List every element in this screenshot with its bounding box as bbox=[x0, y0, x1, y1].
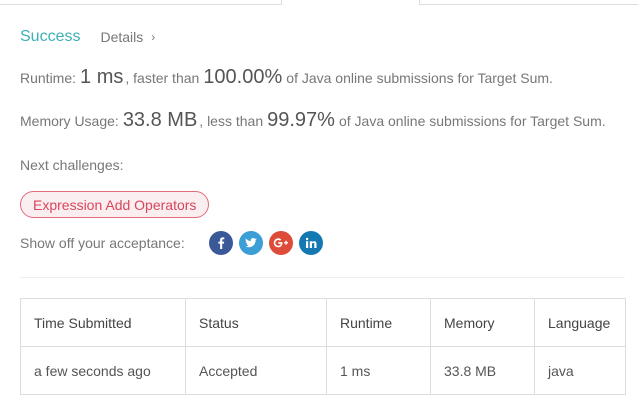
runtime-label: Runtime: bbox=[20, 70, 77, 86]
cell-runtime: 1 ms bbox=[326, 346, 431, 395]
header-status[interactable]: Status bbox=[185, 298, 327, 347]
next-challenges-label: Next challenges: bbox=[20, 157, 124, 173]
tab-divider-left bbox=[0, 4, 281, 5]
runtime-percent: 100.00% bbox=[203, 66, 283, 88]
memory-label: Memory Usage: bbox=[20, 113, 119, 129]
runtime-value: 1 ms bbox=[80, 66, 124, 88]
status-row: Success Details › bbox=[20, 27, 155, 47]
share-row: Show off your acceptance: bbox=[20, 231, 329, 255]
google-plus-icon[interactable] bbox=[268, 231, 293, 255]
header-memory[interactable]: Memory bbox=[430, 298, 535, 347]
cell-memory: 33.8 MB bbox=[430, 346, 535, 395]
submissions-table: Time Submitted Status Runtime Memory Lan… bbox=[20, 298, 626, 395]
runtime-suffix: of Java online submissions for Target Su… bbox=[286, 70, 553, 86]
memory-stat: Memory Usage: 33.8 MB , less than 99.97%… bbox=[20, 109, 606, 132]
memory-percent: 99.97% bbox=[267, 109, 335, 131]
details-link[interactable]: Details › bbox=[100, 29, 155, 45]
header-time-submitted[interactable]: Time Submitted bbox=[20, 298, 186, 347]
status-result: Success bbox=[20, 28, 81, 45]
memory-value: 33.8 MB bbox=[122, 109, 198, 131]
chevron-right-icon: › bbox=[151, 30, 156, 44]
cell-language: java bbox=[534, 346, 626, 395]
cell-time-submitted: a few seconds ago bbox=[20, 346, 186, 395]
header-runtime[interactable]: Runtime bbox=[326, 298, 431, 347]
facebook-icon[interactable] bbox=[208, 231, 233, 255]
runtime-compare: , faster than bbox=[125, 70, 200, 86]
tab-active[interactable] bbox=[281, 0, 420, 5]
tab-divider-right bbox=[419, 4, 638, 5]
details-label: Details bbox=[100, 29, 144, 45]
twitter-icon[interactable] bbox=[238, 231, 263, 255]
share-label: Show off your acceptance: bbox=[20, 235, 185, 251]
table-row: a few seconds ago Accepted 1 ms 33.8 MB … bbox=[20, 346, 626, 395]
header-language[interactable]: Language bbox=[534, 298, 626, 347]
memory-suffix: of Java online submissions for Target Su… bbox=[338, 113, 606, 129]
section-divider bbox=[20, 277, 625, 278]
tab-bar bbox=[0, 0, 638, 5]
memory-compare: , less than bbox=[199, 113, 264, 129]
cell-status-accepted-link[interactable]: Accepted bbox=[185, 346, 327, 395]
runtime-stat: Runtime: 1 ms , faster than 100.00% of J… bbox=[20, 66, 553, 89]
challenge-button-expression-add-operators[interactable]: Expression Add Operators bbox=[20, 191, 210, 218]
linkedin-icon[interactable] bbox=[298, 231, 323, 255]
table-header-row: Time Submitted Status Runtime Memory Lan… bbox=[20, 298, 626, 347]
